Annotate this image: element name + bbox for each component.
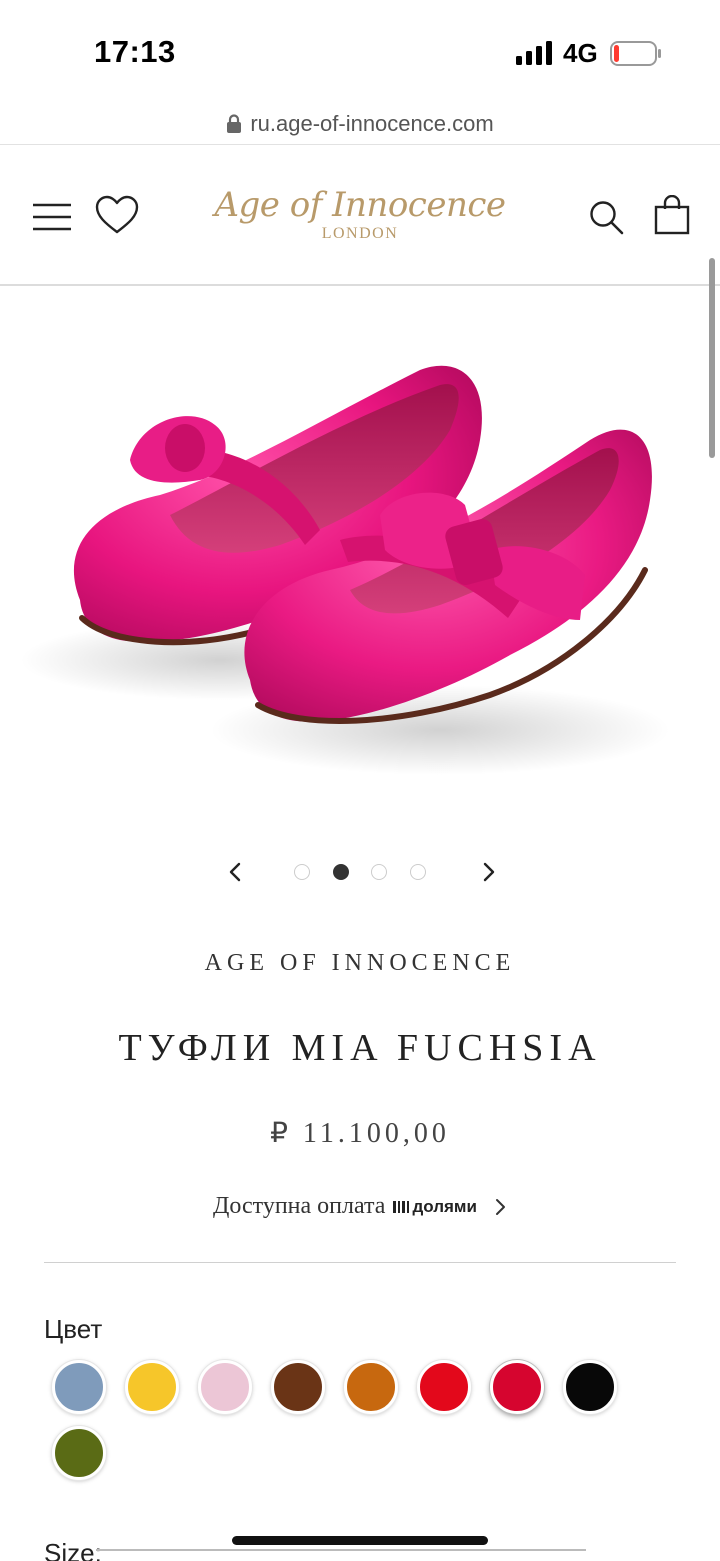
color-swatch-black[interactable] (563, 1360, 617, 1414)
color-swatch-crimson[interactable] (490, 1360, 544, 1414)
installment-payment-link[interactable]: Доступна оплата долями (0, 1193, 720, 1220)
installment-text: Доступна оплата (213, 1193, 386, 1219)
product-image[interactable] (20, 300, 680, 800)
status-bar: 17:13 4G (0, 0, 720, 100)
color-swatch-orange[interactable] (344, 1360, 398, 1414)
wishlist-heart-icon[interactable] (95, 195, 139, 235)
battery-icon (610, 41, 661, 66)
logo-subtitle: LONDON (321, 225, 399, 242)
color-swatch-red[interactable] (417, 1360, 471, 1414)
bottom-toolbar-edge (96, 1549, 586, 1551)
color-swatch-brown[interactable] (271, 1360, 325, 1414)
lock-icon (227, 114, 242, 133)
home-indicator (232, 1536, 488, 1545)
carousel-dot-1[interactable] (294, 864, 310, 880)
signal-strength-icon (516, 41, 552, 65)
search-icon[interactable] (588, 199, 624, 235)
site-logo[interactable]: Age of Innocence LONDON (210, 183, 510, 253)
carousel-dot-2[interactable] (333, 864, 349, 880)
status-time: 17:13 (94, 34, 176, 69)
dolyami-label: долями (412, 1196, 477, 1216)
site-header: Age of Innocence LONDON (0, 144, 720, 286)
color-swatch-pink[interactable] (198, 1360, 252, 1414)
color-swatch-olive[interactable] (52, 1426, 106, 1480)
product-price: ₽ 11.100,00 (270, 1118, 450, 1149)
carousel-dot-3[interactable] (371, 864, 387, 880)
size-label: Size: (44, 1538, 102, 1561)
carousel-dot-4[interactable] (410, 864, 426, 880)
page-scrollbar[interactable] (709, 258, 715, 458)
dolyami-bars-icon (393, 1200, 410, 1213)
divider (44, 1262, 676, 1263)
url-text: ru.age-of-innocence.com (250, 111, 494, 136)
color-label: Цвет (44, 1314, 103, 1344)
network-type: 4G (563, 38, 598, 68)
chevron-right-icon[interactable] (476, 860, 500, 884)
product-brand[interactable]: AGE OF INNOCENCE (0, 950, 720, 977)
color-swatch-yellow[interactable] (125, 1360, 179, 1414)
chevron-right-icon (495, 1198, 505, 1215)
dolyami-logo: долями (393, 1197, 477, 1217)
product-title: ТУФЛИ MIA FUCHSIA (118, 1027, 602, 1069)
address-bar[interactable]: ru.age-of-innocence.com (0, 104, 720, 144)
logo-wordmark: Age of Innocence (214, 185, 506, 225)
color-swatch-blue[interactable] (52, 1360, 106, 1414)
shopping-bag-icon[interactable] (654, 195, 690, 235)
chevron-left-icon[interactable] (224, 860, 248, 884)
hamburger-menu-icon[interactable] (32, 203, 72, 231)
image-carousel-controls (0, 852, 720, 892)
